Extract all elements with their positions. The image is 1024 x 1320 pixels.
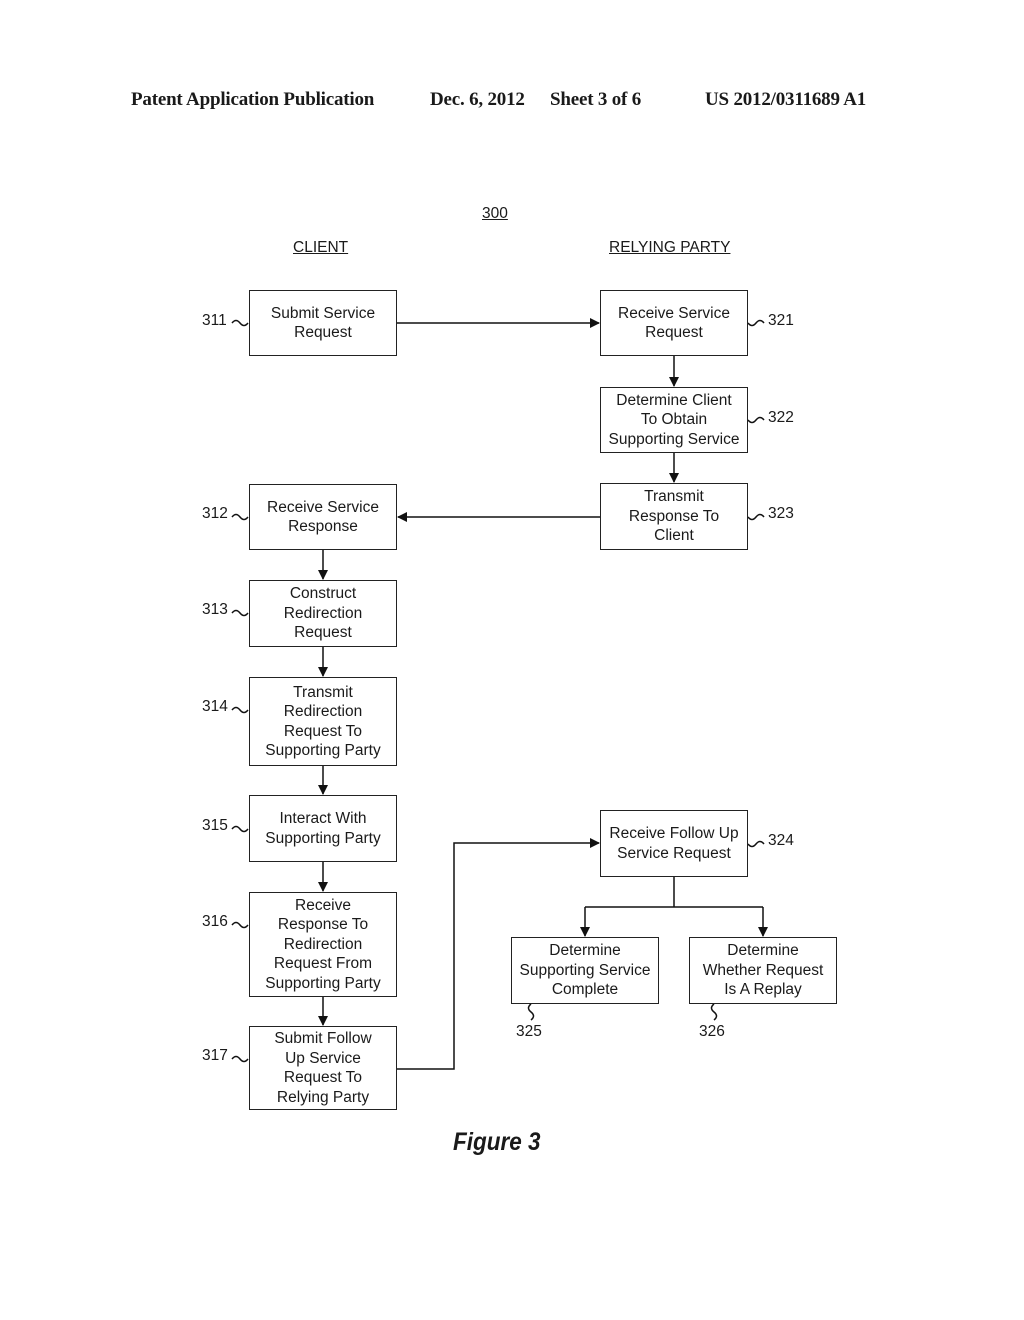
step-322-box: Determine Client To Obtain Supporting Se…: [600, 387, 748, 453]
step-313-box: Construct Redirection Request: [249, 580, 397, 647]
leader-313: [231, 609, 249, 617]
step-321-box: Receive Service Request: [600, 290, 748, 356]
ref-311: 311: [202, 312, 227, 329]
ref-324: 324: [768, 832, 794, 849]
step-325-box: Determine Supporting Service Complete: [511, 937, 659, 1004]
ref-322: 322: [768, 409, 794, 426]
ref-312: 312: [202, 505, 228, 522]
step-323-box: Transmit Response To Client: [600, 483, 748, 550]
leader-312: [231, 513, 249, 521]
ref-321: 321: [768, 312, 794, 329]
leader-323: [747, 513, 765, 521]
leader-311: [231, 319, 249, 327]
step-317-box: Submit Follow Up Service Request To Rely…: [249, 1026, 397, 1110]
ref-314: 314: [202, 698, 228, 715]
step-314-box: Transmit Redirection Request To Supporti…: [249, 677, 397, 766]
leader-316: [231, 921, 249, 929]
ref-326: 326: [699, 1023, 725, 1040]
leader-325: [527, 1003, 535, 1021]
step-316-box: Receive Response To Redirection Request …: [249, 892, 397, 997]
leader-322: [747, 416, 765, 424]
step-326-box: Determine Whether Request Is A Replay: [689, 937, 837, 1004]
step-312-box: Receive Service Response: [249, 484, 397, 550]
leader-317: [231, 1055, 249, 1063]
ref-323: 323: [768, 505, 794, 522]
ref-317: 317: [202, 1047, 228, 1064]
leader-321: [747, 319, 765, 327]
ref-313: 313: [202, 601, 228, 618]
ref-315: 315: [202, 817, 228, 834]
step-311-box: Submit Service Request: [249, 290, 397, 356]
leader-326: [710, 1003, 718, 1021]
leader-324: [747, 840, 765, 848]
figure-label: Figure 3: [453, 1128, 541, 1156]
step-324-box: Receive Follow Up Service Request: [600, 810, 748, 877]
leader-314: [231, 706, 249, 714]
connectors: [231, 318, 768, 1070]
ref-325: 325: [516, 1023, 542, 1040]
leader-315: [231, 825, 249, 833]
step-315-box: Interact With Supporting Party: [249, 795, 397, 862]
ref-316: 316: [202, 913, 228, 930]
